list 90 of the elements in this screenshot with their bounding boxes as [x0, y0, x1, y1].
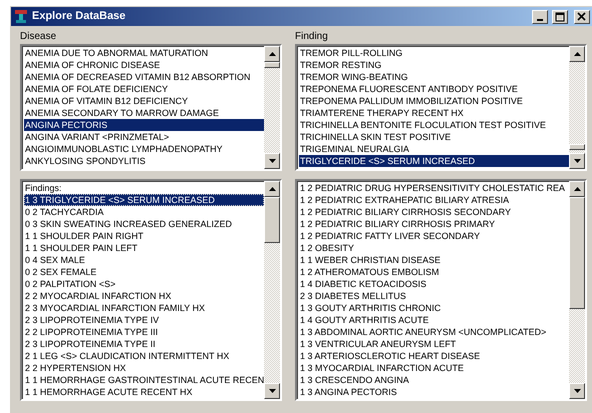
down-arrow-icon [268, 389, 276, 393]
app-icon [14, 9, 28, 24]
list-item[interactable]: 1 3 ANGINA PECTORIS [299, 386, 569, 398]
list-item[interactable]: 1 1 SHOULDER PAIN RIGHT [24, 230, 264, 242]
list-item[interactable]: 1 2 PEDIATRIC BILIARY CIRRHOSIS PRIMARY [299, 218, 569, 230]
list-item[interactable]: 1 3 ABDOMINAL AORTIC ANEURYSM <UNCOMPLICATED> [299, 326, 569, 338]
list-item[interactable]: 1 2 OBESITY [299, 242, 569, 254]
list-item[interactable]: Findings: [24, 182, 264, 194]
down-arrow-icon [574, 389, 580, 393]
list-item[interactable]: ANEMIA SECONDARY TO MARROW DAMAGE [24, 107, 264, 119]
list-item[interactable]: 1 1 HEMORRHAGE ACUTE RECENT HX [24, 386, 264, 398]
list-item[interactable]: TRIGLYCERIDE <S> SERUM INCREASED [299, 155, 569, 167]
list-item[interactable]: 1 1 WEBER CHRISTIAN DISEASE [299, 254, 569, 266]
list-item[interactable]: ANKYLOSING SPONDYLITIS [24, 155, 264, 167]
list-item[interactable]: 2 3 LIPOPROTEINEMIA TYPE II [24, 338, 264, 350]
scroll-down-button[interactable] [264, 153, 280, 169]
list-label: Disease [20, 30, 58, 44]
close-icon [577, 12, 587, 22]
list-item[interactable]: 1 1 HEMORRHAGE GASTROINTESTINAL ACUTE RECEN [24, 374, 264, 386]
list-item[interactable]: TREMOR PILL-ROLLING [299, 47, 569, 59]
down-arrow-icon [268, 159, 276, 163]
list-item[interactable]: TRIGEMINAL NEURALGIA [299, 143, 569, 155]
list-item[interactable]: 1 3 CRESCENDO ANGINA [299, 374, 569, 386]
scrollbar[interactable] [569, 46, 585, 169]
list-item[interactable]: 1 2 PEDIATRIC EXTRAHEPATIC BILIARY ATRESIA [299, 194, 569, 206]
scroll-down-button[interactable] [569, 153, 585, 169]
list-item[interactable]: ANEMIA DUE TO ABNORMAL MATURATION [24, 47, 264, 59]
scroll-thumb[interactable] [569, 144, 585, 150]
list-item[interactable]: 0 2 SEX FEMALE [24, 266, 264, 278]
list-item[interactable]: TREPONEMA PALLIDUM IMMOBILIZATION POSITIVE [299, 95, 569, 107]
list-item[interactable]: TREMOR RESTING [299, 59, 569, 71]
list-item[interactable]: TRICHINELLA SKIN TEST POSITIVE [299, 131, 569, 143]
minimize-button[interactable] [532, 10, 548, 24]
maximize-icon [555, 12, 565, 22]
list-item[interactable]: 0 2 PALPITATION <S> [24, 278, 264, 290]
scroll-thumb[interactable] [264, 62, 280, 68]
scroll-up-button[interactable] [569, 181, 585, 197]
list-item[interactable]: 1 3 TRIGLYCERIDE <S> SERUM INCREASED [24, 194, 264, 206]
list-item[interactable]: 1 4 DIABETIC KETOACIDOSIS [299, 278, 569, 290]
list-item[interactable]: ANGIOIMMUNOBLASTIC LYMPHADENOPATHY [24, 143, 264, 155]
up-arrow-icon [268, 187, 276, 191]
close-button[interactable] [574, 10, 590, 24]
list-item[interactable]: TREMOR WING-BEATING [299, 71, 569, 83]
scrollbar[interactable] [569, 181, 585, 399]
list-item[interactable]: ANEMIA OF CHRONIC DISEASE [24, 59, 264, 71]
list-item[interactable]: ANEMIA OF DECREASED VITAMIN B12 ABSORPTION [24, 71, 264, 83]
list-item[interactable]: 1 2 PEDIATRIC DRUG HYPERSENSITIVITY CHOLESTATIC REA [299, 182, 569, 194]
list-item[interactable]: 2 2 MYOCARDIAL INFARCTION HX [24, 290, 264, 302]
list-item[interactable]: 1 2 PEDIATRIC FATTY LIVER SECONDARY [299, 230, 569, 242]
list-item[interactable]: TRIAMTERENE THERAPY RECENT HX [299, 107, 569, 119]
up-arrow-icon [574, 187, 580, 191]
list-item[interactable]: 2 3 MYOCARDIAL INFARCTION FAMILY HX [24, 302, 264, 314]
scroll-down-button[interactable] [569, 383, 585, 399]
up-arrow-icon [574, 52, 580, 56]
list-item[interactable]: TRICHINELLA BENTONITE FLOCULATION TEST POSITIVE [299, 119, 569, 131]
scroll-thumb[interactable] [264, 197, 280, 243]
list-item[interactable]: 1 3 VENTRICULAR ANEURYSM LEFT [299, 338, 569, 350]
list-item[interactable]: 1 1 SHOULDER PAIN LEFT [24, 242, 264, 254]
list-item[interactable]: 2 2 LIPOPROTEINEMIA TYPE III [24, 326, 264, 338]
list-item[interactable]: 2 2 HYPERTENSION HX [24, 362, 264, 374]
list-item[interactable]: TREPONEMA FLUORESCENT ANTIBODY POSITIVE [299, 83, 569, 95]
minimize-icon [537, 18, 543, 20]
list-item[interactable]: 1 3 ARTERIOSCLEROTIC HEART DISEASE [299, 350, 569, 362]
down-arrow-icon [574, 159, 580, 163]
scroll-thumb[interactable] [569, 197, 585, 309]
list-item[interactable]: ANEMIA OF VITAMIN B12 DEFICIENCY [24, 95, 264, 107]
list-item[interactable]: 2 3 LIPOPROTEINEMIA TYPE IV [24, 314, 264, 326]
list-item[interactable]: 1 3 GOUTY ARTHRITIS CHRONIC [299, 302, 569, 314]
list-item[interactable]: 0 2 TACHYCARDIA [24, 206, 264, 218]
list-item[interactable]: 1 3 MYOCARDIAL INFARCTION ACUTE [299, 362, 569, 374]
list-item[interactable]: 2 3 DIABETES MELLITUS [299, 290, 569, 302]
list-item[interactable]: 1 2 PEDIATRIC BILIARY CIRRHOSIS SECONDARY [299, 206, 569, 218]
up-arrow-icon [268, 52, 276, 56]
scroll-up-button[interactable] [264, 181, 280, 197]
list-item[interactable]: ANGINA PECTORIS [24, 119, 264, 131]
list-item[interactable]: 1 4 GOUTY ARTHRITIS ACUTE [299, 314, 569, 326]
list-label: Finding [295, 30, 329, 44]
window-title: Explore DataBase [32, 9, 126, 24]
scroll-up-button[interactable] [264, 46, 280, 62]
list-item[interactable]: 0 3 SKIN SWEATING INCREASED GENERALIZED [24, 218, 264, 230]
scroll-up-button[interactable] [569, 46, 585, 62]
maximize-button[interactable] [552, 10, 568, 24]
scrollbar[interactable] [264, 181, 280, 399]
scroll-down-button[interactable] [264, 383, 280, 399]
list-item[interactable]: 0 4 SEX MALE [24, 254, 264, 266]
scrollbar[interactable] [264, 46, 280, 169]
list-item[interactable]: ANEMIA OF FOLATE DEFICIENCY [24, 83, 264, 95]
list-item[interactable]: 2 1 LEG <S> CLAUDICATION INTERMITTENT HX [24, 350, 264, 362]
list-item[interactable]: 1 2 ATHEROMATOUS EMBOLISM [299, 266, 569, 278]
list-item[interactable]: ANGINA VARIANT <PRINZMETAL> [24, 131, 264, 143]
